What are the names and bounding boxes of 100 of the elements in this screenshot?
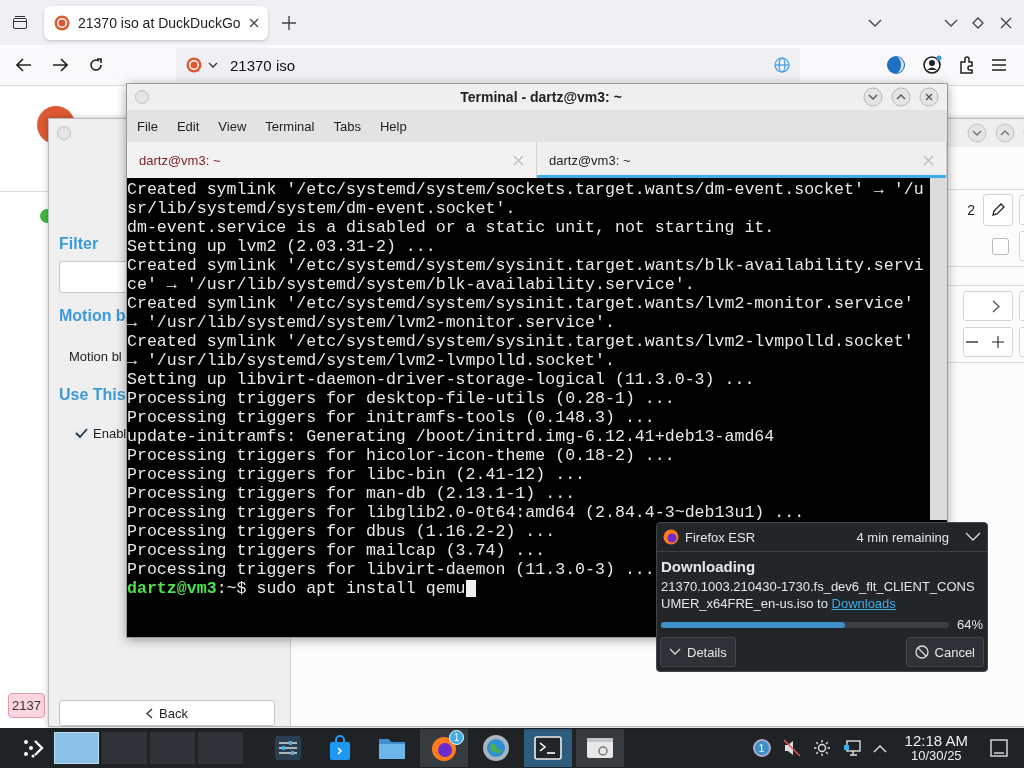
terminal-line: Setting up lvm2 (2.03.31-2) ... [127, 237, 436, 256]
tab-list-icon[interactable] [12, 14, 28, 31]
folder-icon [378, 736, 406, 760]
menu-item[interactable]: Edit [176, 118, 200, 134]
forward-icon[interactable] [52, 58, 68, 72]
terminal-line: Processing triggers for desktop-file-utils (0.28-1) ... [127, 389, 675, 408]
terminal-line: update-initramfs: Generating /boot/initrd.img-6.12.41+deb13-amd64 [127, 427, 775, 446]
chevron-right-icon [992, 299, 1000, 313]
taskbar-app-button[interactable] [524, 729, 572, 767]
window-title: Terminal - dartz@vm3: ~ [460, 89, 622, 105]
section-heading: Filter [59, 235, 99, 253]
clock-time[interactable]: 12:18 AM [904, 733, 968, 750]
extensions-icon[interactable] [958, 56, 976, 74]
cancel-icon [914, 645, 929, 659]
terminal-line: Processing triggers for initramfs-tools (0.148.3) ... [127, 408, 655, 427]
caret-up-icon[interactable] [872, 743, 887, 753]
checkbox-label: Enabl [93, 426, 127, 441]
menu-item[interactable]: Tabs [333, 118, 361, 134]
number-field[interactable]: 2 [967, 202, 975, 218]
back-button[interactable]: Back [59, 700, 275, 726]
prompt-user: dartz@vm3 [127, 579, 217, 598]
chevron-down-icon[interactable] [208, 61, 218, 69]
section-heading: Motion b [59, 307, 126, 325]
terminal-line: Processing triggers for libvirt-daemon (11.3.0-3) ... [127, 560, 655, 579]
chevron-down-icon[interactable] [868, 17, 882, 28]
terminal-line: dm-event.service is a disabled or a static unit, not starting it. [127, 218, 775, 237]
menu-item[interactable]: File [137, 118, 158, 134]
fox-logo-icon [430, 734, 458, 762]
terminal-line: Created symlink '/etc/systemd/system/sockets.target.wants/dm-event.socket' → '/u [127, 180, 924, 199]
reload-icon[interactable] [88, 57, 104, 73]
duck-logo-icon [54, 14, 70, 31]
back-icon[interactable] [16, 58, 32, 72]
notification-title: Downloading [661, 558, 757, 575]
scrollbar[interactable] [930, 178, 947, 520]
clock-date[interactable]: 10/30/25 [911, 749, 962, 763]
notification-badge: 1 [449, 730, 464, 745]
download-description: 21370.1003.210430-1730.fs_dev6_flt_CLIENT_CONSUMER_x64FRE_en-us.iso to Downloads [661, 578, 976, 612]
launcher-icon[interactable] [22, 737, 44, 759]
checkbox[interactable] [74, 426, 88, 441]
brightness-icon[interactable] [812, 739, 831, 757]
downloads-link[interactable]: Downloads [831, 596, 896, 611]
section-heading: Use This [59, 386, 126, 404]
muted-speaker-icon[interactable] [782, 739, 801, 757]
close-icon[interactable] [248, 17, 259, 28]
menu-item[interactable]: Help [379, 118, 407, 134]
option-label: Motion bl [69, 349, 122, 364]
search-chip[interactable]: 2137 [8, 693, 45, 718]
chevron-down-icon [669, 648, 681, 656]
update-count: 1 [758, 742, 765, 754]
network-icon[interactable] [842, 739, 861, 757]
taskbar-app-button[interactable] [576, 729, 624, 767]
terminal-line: Created symlink '/etc/systemd/system/sysinit.target.wants/blk-availability.servi [127, 256, 924, 275]
half-moon-icon[interactable] [886, 55, 906, 75]
update-notifier-icon[interactable]: 1 [752, 739, 771, 757]
plus-icon[interactable] [992, 336, 1004, 348]
window-tool-icon [586, 736, 614, 760]
terminal-line: Setting up libvirt-daemon-driver-storage-logical (11.3.0-3) ... [127, 370, 755, 389]
terminal-line: Processing triggers for dbus (1.16.2-2) ... [127, 522, 556, 541]
chevron-left-icon [146, 707, 154, 719]
gear-globe-icon [482, 734, 510, 762]
filter-field[interactable] [59, 261, 128, 293]
minimize-icon[interactable] [944, 17, 958, 28]
checkbox[interactable] [992, 237, 1009, 255]
duck-logo-icon [186, 57, 202, 73]
maximize-icon[interactable] [972, 16, 984, 29]
browser-tab[interactable]: 21370 iso at DuckDuckGo [44, 5, 268, 40]
terminal-tab[interactable]: dartz@vm3: ~ [537, 142, 947, 178]
terminal-line: → '/usr/lib/systemd/system/lvm2-monitor.service'. [127, 313, 615, 332]
cancel-button[interactable]: Cancel [905, 637, 984, 667]
terminal-line: Processing triggers for libglib2.0-0t64:amd64 (2.84.4-3~deb13u1) ... [127, 503, 805, 522]
terminal-icon [534, 736, 562, 760]
new-tab-icon[interactable] [282, 15, 296, 30]
edit-button[interactable] [983, 194, 1013, 226]
menu-icon[interactable] [992, 59, 1006, 71]
fox-logo-icon [663, 529, 679, 545]
terminal-line: Processing triggers for hicolor-icon-theme (0.18-2) ... [127, 446, 675, 465]
sliders-icon [275, 736, 301, 760]
terminal-line: ce' → '/usr/lib/systemd/system/blk-availability.service'. [127, 275, 695, 294]
terminal-line: Processing triggers for mailcap (3.74) ... [127, 541, 546, 560]
pencil-icon [991, 203, 1005, 217]
command-text: :~$ sudo apt install qemu [216, 579, 466, 598]
shopping-bag-icon [327, 735, 353, 761]
text-cursor [465, 580, 476, 597]
menu-item[interactable]: View [218, 118, 247, 134]
terminal-line: sr/lib/systemd/system/dm-event.socket'. [127, 199, 516, 218]
app-name: Firefox ESR [685, 529, 756, 545]
terminal-line: Created symlink '/etc/systemd/system/sysinit.target.wants/lvm2-lvmpolld.socket' [127, 332, 914, 351]
details-button[interactable]: Details [660, 637, 736, 667]
globe-icon[interactable] [774, 57, 790, 73]
menu-item[interactable]: Terminal [265, 118, 315, 134]
terminal-tab[interactable]: dartz@vm3: ~ [127, 142, 537, 178]
close-icon[interactable] [919, 87, 939, 107]
progress-percent: 64% [956, 617, 983, 632]
time-remaining: 4 min remaining [856, 529, 949, 545]
address-bar[interactable]: 21370 iso [176, 48, 800, 82]
show-desktop-icon[interactable] [990, 739, 1008, 757]
terminal-line: → '/usr/lib/systemd/system/lvm2-lvmpolld.socket'. [127, 351, 615, 370]
account-icon[interactable] [922, 55, 942, 75]
close-icon[interactable] [1000, 16, 1012, 29]
terminal-line: Processing triggers for libc-bin (2.41-12) ... [127, 465, 586, 484]
